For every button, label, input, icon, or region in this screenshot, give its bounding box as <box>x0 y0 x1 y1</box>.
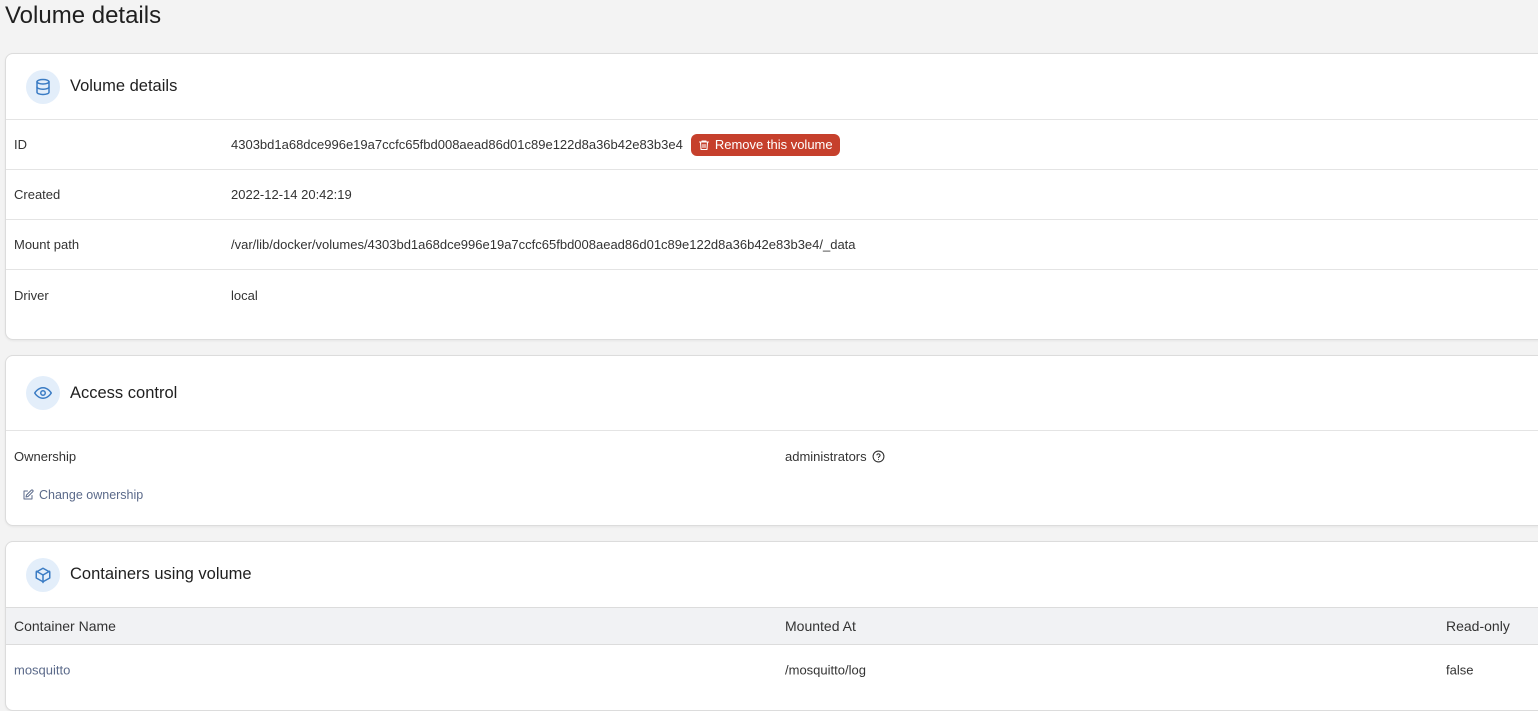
driver-value: local <box>231 287 258 303</box>
remove-volume-label: Remove this volume <box>714 137 833 152</box>
box-icon <box>26 557 60 592</box>
edit-icon <box>23 489 34 500</box>
page-title: Volume details <box>5 2 162 29</box>
mount-path-label: Mount path <box>14 237 80 252</box>
created-label: Created <box>14 187 61 202</box>
id-row: ID 4303bd1a68dce996e19a7ccfc65fbd008aead… <box>6 120 1538 170</box>
containers-card: Containers using volume Container Name M… <box>5 541 1538 711</box>
remove-volume-button[interactable]: Remove this volume <box>690 133 840 156</box>
created-value: 2022-12-14 20:42:19 <box>231 187 352 202</box>
mount-path-row: Mount path /var/lib/docker/volumes/4303b… <box>6 220 1538 270</box>
ownership-label: Ownership <box>14 449 77 464</box>
access-control-title: Access control <box>70 383 178 402</box>
driver-label: Driver <box>14 287 49 303</box>
volume-details-header: Volume details <box>6 54 1538 120</box>
container-name-link[interactable]: mosquitto <box>14 663 70 678</box>
change-ownership-link[interactable]: Change ownership <box>22 488 143 502</box>
help-circle-icon[interactable] <box>872 450 885 463</box>
id-value: 4303bd1a68dce996e19a7ccfc65fbd008aead86d… <box>231 137 683 152</box>
table-header: Container Name Mounted At Read-only <box>6 607 1538 645</box>
table-row: mosquitto /mosquitto/log false <box>6 645 1538 695</box>
change-ownership-label: Change ownership <box>39 488 144 502</box>
eye-icon <box>26 376 60 410</box>
id-label: ID <box>14 137 27 152</box>
volume-details-title: Volume details <box>70 77 178 95</box>
containers-title: Containers using volume <box>70 565 252 583</box>
read-only-value: false <box>1446 662 1474 678</box>
driver-row: Driver local <box>6 270 1538 320</box>
ownership-value: administrators <box>785 449 867 464</box>
trash-icon <box>698 139 709 150</box>
volume-details-card: Volume details ID 4303bd1a68dce996e19a7c… <box>5 53 1538 340</box>
access-control-header: Access control <box>6 356 1538 431</box>
mount-path-value: /var/lib/docker/volumes/4303bd1a68dce996… <box>231 237 856 252</box>
ownership-row: Ownership administrators Change ownershi… <box>6 431 1538 525</box>
column-header-mounted-at[interactable]: Mounted At <box>785 618 856 634</box>
mounted-at-value: /mosquitto/log <box>785 662 866 678</box>
database-icon <box>26 69 60 104</box>
containers-header: Containers using volume <box>6 542 1538 607</box>
access-control-card: Access control Ownership administrators … <box>5 355 1538 526</box>
column-header-container-name[interactable]: Container Name <box>14 618 116 634</box>
created-row: Created 2022-12-14 20:42:19 <box>6 170 1538 220</box>
column-header-read-only[interactable]: Read-only <box>1446 618 1510 634</box>
